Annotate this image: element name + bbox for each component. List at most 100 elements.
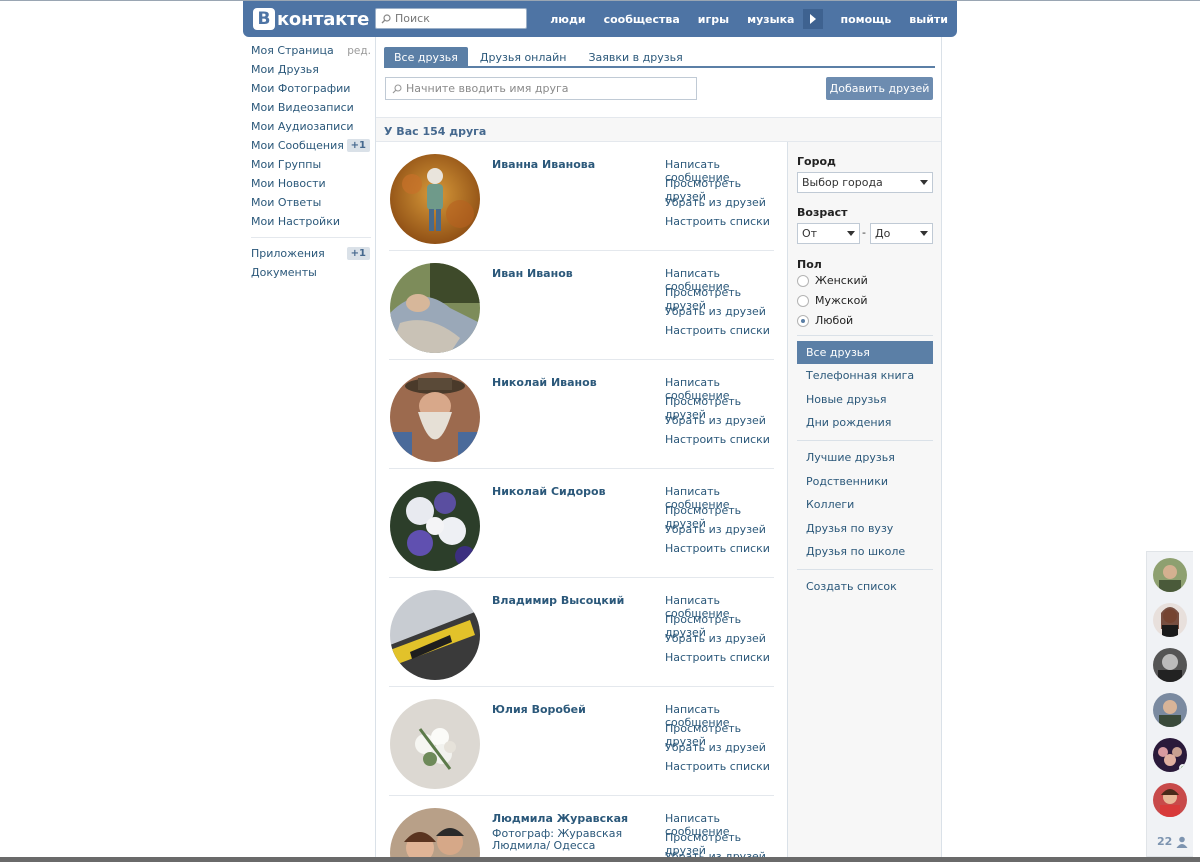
edit-link[interactable]: ред. bbox=[347, 45, 371, 57]
vk-logo[interactable]: В контакте bbox=[253, 8, 369, 30]
friend-row: Иванна Иванова Написать сообщение Просмо… bbox=[389, 142, 774, 251]
remove-friend-link[interactable]: Убрать из друзей bbox=[665, 741, 774, 760]
list-relatives[interactable]: Родственники bbox=[797, 470, 933, 493]
nav-games[interactable]: игры bbox=[689, 13, 738, 26]
menu-item-documents[interactable]: Документы bbox=[251, 263, 371, 282]
city-select[interactable]: Выбор города bbox=[797, 172, 933, 193]
write-message-link[interactable]: Написать сообщение bbox=[665, 376, 774, 402]
remove-friend-link[interactable]: Убрать из друзей bbox=[665, 305, 774, 324]
create-list-link[interactable]: Создать список bbox=[797, 575, 933, 598]
avatar[interactable] bbox=[390, 699, 480, 789]
chevron-down-icon bbox=[920, 180, 928, 185]
remove-friend-link[interactable]: Убрать из друзей bbox=[665, 632, 774, 651]
configure-lists-link[interactable]: Настроить списки bbox=[665, 433, 774, 452]
nav-help[interactable]: помощь bbox=[831, 13, 900, 26]
chat-avatar[interactable] bbox=[1153, 693, 1187, 727]
chat-avatar[interactable] bbox=[1153, 783, 1187, 817]
configure-lists-link[interactable]: Настроить списки bbox=[665, 651, 774, 670]
write-message-link[interactable]: Написать сообщение bbox=[665, 485, 774, 511]
menu-item-videos[interactable]: Мои Видеозаписи bbox=[251, 98, 371, 117]
list-birthdays[interactable]: Дни рождения bbox=[797, 411, 933, 434]
view-friends-link[interactable]: Просмотреть друзей bbox=[665, 286, 774, 312]
avatar[interactable] bbox=[390, 154, 480, 244]
nav-music[interactable]: музыка bbox=[738, 13, 803, 26]
menu-item-friends[interactable]: Мои Друзья bbox=[251, 60, 371, 79]
menu-item-apps[interactable]: Приложения +1 bbox=[251, 244, 371, 263]
age-to-select[interactable]: До bbox=[870, 223, 933, 244]
remove-friend-link[interactable]: Убрать из друзей bbox=[665, 414, 774, 433]
play-icon[interactable] bbox=[803, 9, 824, 29]
chat-avatar[interactable] bbox=[1153, 558, 1187, 592]
header-search[interactable] bbox=[375, 8, 527, 29]
avatar[interactable] bbox=[390, 481, 480, 571]
friend-name[interactable]: Николай Иванов bbox=[492, 376, 597, 389]
friend-name[interactable]: Иванна Иванова bbox=[492, 158, 595, 171]
list-best-friends[interactable]: Лучшие друзья bbox=[797, 446, 933, 469]
write-message-link[interactable]: Написать сообщение bbox=[665, 812, 774, 838]
radio-female[interactable]: Женский bbox=[797, 274, 868, 287]
configure-lists-link[interactable]: Настроить списки bbox=[665, 215, 774, 234]
view-friends-link[interactable]: Просмотреть друзей bbox=[665, 613, 774, 639]
list-phone-book[interactable]: Телефонная книга bbox=[797, 364, 933, 387]
configure-lists-link[interactable]: Настроить списки bbox=[665, 324, 774, 343]
nav-logout[interactable]: выйти bbox=[900, 13, 957, 26]
list-all-friends[interactable]: Все друзья bbox=[797, 341, 933, 364]
menu-item-photos[interactable]: Мои Фотографии bbox=[251, 79, 371, 98]
menu-item-settings[interactable]: Мои Настройки bbox=[251, 212, 371, 231]
friend-actions: Написать сообщение Просмотреть друзей Уб… bbox=[665, 158, 774, 234]
view-friends-link[interactable]: Просмотреть друзей bbox=[665, 177, 774, 203]
write-message-link[interactable]: Написать сообщение bbox=[665, 158, 774, 184]
avatar[interactable] bbox=[390, 372, 480, 462]
top-nav: люди сообщества игры музыка помощь выйти bbox=[541, 1, 957, 37]
menu-item-messages[interactable]: Мои Сообщения +1 bbox=[251, 136, 371, 155]
avatar[interactable] bbox=[390, 590, 480, 680]
remove-friend-link[interactable]: Убрать из друзей bbox=[665, 196, 774, 215]
friend-search[interactable] bbox=[385, 77, 697, 100]
add-friends-button[interactable]: Добавить друзей bbox=[826, 77, 933, 100]
list-new-friends[interactable]: Новые друзья bbox=[797, 388, 933, 411]
online-count[interactable]: 22 bbox=[1157, 835, 1188, 848]
view-friends-link[interactable]: Просмотреть друзей bbox=[665, 722, 774, 748]
chat-avatar[interactable] bbox=[1153, 603, 1187, 637]
list-university-friends[interactable]: Друзья по вузу bbox=[797, 517, 933, 540]
write-message-link[interactable]: Написать сообщение bbox=[665, 703, 774, 729]
avatar[interactable] bbox=[390, 263, 480, 353]
friend-name[interactable]: Юлия Воробей bbox=[492, 703, 586, 716]
write-message-link[interactable]: Написать сообщение bbox=[665, 594, 774, 620]
menu-item-audio[interactable]: Мои Аудиозаписи bbox=[251, 117, 371, 136]
write-message-link[interactable]: Написать сообщение bbox=[665, 267, 774, 293]
age-from-select[interactable]: От bbox=[797, 223, 860, 244]
menu-item-answers[interactable]: Мои Ответы bbox=[251, 193, 371, 212]
header-search-input[interactable] bbox=[395, 12, 515, 25]
tab-all-friends[interactable]: Все друзья bbox=[384, 47, 468, 67]
nav-people[interactable]: люди bbox=[541, 13, 594, 26]
friend-name[interactable]: Николай Сидоров bbox=[492, 485, 606, 498]
chat-avatar[interactable] bbox=[1153, 738, 1187, 772]
avatar[interactable] bbox=[390, 808, 480, 862]
friend-name[interactable]: Владимир Высоцкий bbox=[492, 594, 624, 607]
view-friends-link[interactable]: Просмотреть друзей bbox=[665, 504, 774, 530]
configure-lists-link[interactable]: Настроить списки bbox=[665, 760, 774, 779]
menu-item-my-page[interactable]: Моя Страница ред. bbox=[251, 41, 371, 60]
nav-communities[interactable]: сообщества bbox=[595, 13, 689, 26]
chat-avatar[interactable] bbox=[1153, 648, 1187, 682]
list-colleagues[interactable]: Коллеги bbox=[797, 493, 933, 516]
friend-row: Владимир Высоцкий Написать сообщение Про… bbox=[389, 578, 774, 687]
filters-panel: Город Выбор города Возраст От - До Пол Ж… bbox=[787, 142, 941, 862]
view-friends-link[interactable]: Просмотреть друзей bbox=[665, 831, 774, 857]
radio-any[interactable]: Любой bbox=[797, 314, 853, 327]
tab-friends-online[interactable]: Друзья онлайн bbox=[470, 47, 577, 67]
menu-item-news[interactable]: Мои Новости bbox=[251, 174, 371, 193]
menu-item-groups[interactable]: Мои Группы bbox=[251, 155, 371, 174]
friend-actions: Написать сообщение Просмотреть друзей Уб… bbox=[665, 485, 774, 561]
remove-friend-link[interactable]: Убрать из друзей bbox=[665, 523, 774, 542]
friend-name[interactable]: Иван Иванов bbox=[492, 267, 573, 280]
list-school-friends[interactable]: Друзья по школе bbox=[797, 540, 933, 563]
menu-item-label: Мои Группы bbox=[251, 158, 322, 171]
radio-male[interactable]: Мужской bbox=[797, 294, 867, 307]
friend-search-input[interactable] bbox=[406, 82, 686, 95]
tab-friend-requests[interactable]: Заявки в друзья bbox=[578, 47, 692, 67]
friend-name[interactable]: Людмила Журавская bbox=[492, 812, 628, 825]
configure-lists-link[interactable]: Настроить списки bbox=[665, 542, 774, 561]
view-friends-link[interactable]: Просмотреть друзей bbox=[665, 395, 774, 421]
